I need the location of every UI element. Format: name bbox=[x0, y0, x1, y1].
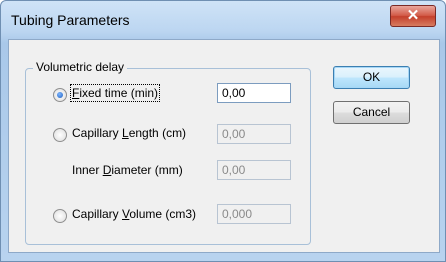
close-button[interactable]: ✕ bbox=[390, 5, 436, 27]
fixed-time-input[interactable] bbox=[217, 83, 291, 103]
window-title: Tubing Parameters bbox=[11, 12, 130, 28]
fixed-time-label[interactable]: Fixed time (min) bbox=[69, 84, 161, 102]
fixed-time-radio[interactable] bbox=[53, 88, 67, 102]
group-legend: Volumetric delay bbox=[33, 60, 128, 74]
capillary-length-radio[interactable] bbox=[53, 128, 67, 142]
capillary-volume-label[interactable]: Capillary Volume (cm3) bbox=[72, 207, 196, 221]
title-bar[interactable]: Tubing Parameters ✕ bbox=[1, 1, 445, 39]
cancel-button[interactable]: Cancel bbox=[333, 101, 410, 124]
capillary-length-label[interactable]: Capillary Length (cm) bbox=[72, 126, 186, 140]
close-icon: ✕ bbox=[406, 7, 420, 24]
capillary-volume-input bbox=[217, 204, 291, 224]
inner-diameter-input bbox=[217, 160, 291, 180]
inner-diameter-label: Inner Diameter (mm) bbox=[72, 163, 183, 177]
ok-button[interactable]: OK bbox=[333, 66, 410, 89]
capillary-volume-radio[interactable] bbox=[53, 209, 67, 223]
capillary-length-input bbox=[217, 124, 291, 144]
